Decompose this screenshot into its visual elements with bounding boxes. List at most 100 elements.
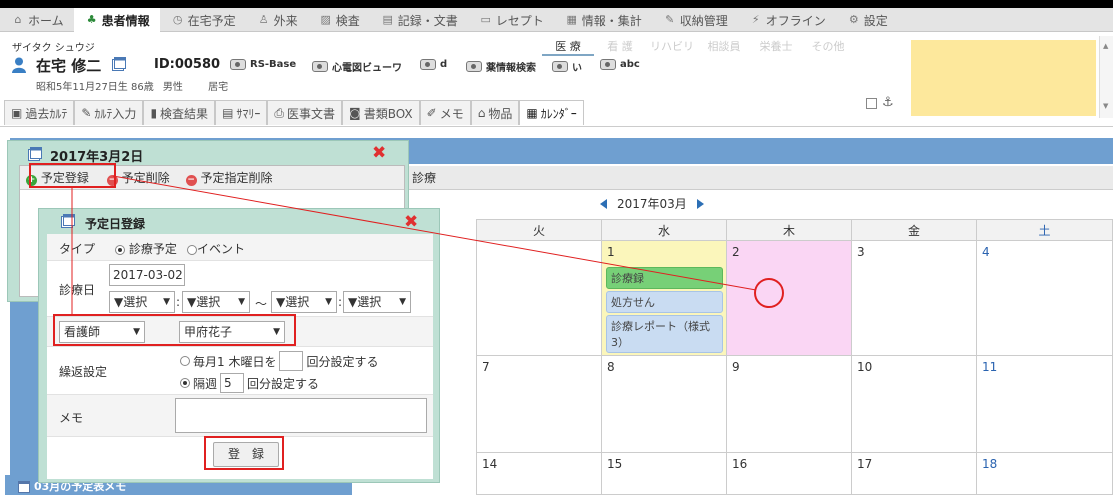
memo-textarea[interactable] [175, 398, 427, 433]
nav-tab-outpatient[interactable]: ♙ 外来 [246, 8, 308, 32]
patient-birth: 昭和5年11月27日生 86歳 [36, 82, 154, 93]
delete-specified-button[interactable]: − 予定指定削除 [185, 169, 273, 186]
event-medical-record[interactable]: 診療録 [606, 267, 723, 289]
day-cell[interactable]: 10 [851, 355, 977, 453]
nav-tab-receipt[interactable]: ▭ レセプト [468, 8, 554, 32]
memo-row: メモ [47, 395, 433, 437]
day-cell[interactable]: 15 [601, 452, 727, 495]
pin-checkbox[interactable] [866, 98, 877, 109]
patient-icon: ♣ [86, 13, 97, 26]
day-cell[interactable]: 3 [851, 240, 977, 356]
ktab-karte-input[interactable]: ✎ ｶﾙﾃ入力 [74, 100, 144, 125]
biweekly-count-input[interactable]: 5 [220, 373, 245, 393]
hour-select-from[interactable]: ▼選択 [109, 291, 175, 313]
monthly-count-input[interactable] [279, 351, 304, 371]
summary-icon: ▤ [222, 106, 234, 120]
day-cell-saturday[interactable]: 18 [976, 452, 1113, 495]
scroll-up-icon[interactable]: ▲ [1103, 42, 1108, 50]
sticky-note[interactable] [911, 40, 1096, 116]
day-cell-today[interactable]: 2 [726, 240, 852, 356]
scroll-down-icon[interactable]: ▼ [1103, 102, 1108, 110]
edit-icon: ✎ [81, 106, 92, 120]
time-colon: : [176, 295, 181, 309]
day-cell[interactable]: 8 [601, 355, 727, 453]
main-nav: ⌂ ホーム ♣ 患者情報 ◷ 在宅予定 ♙ 外来 ▨ 検査 ▤ 記録・文書 ▭ レセプト ▦ 情… [0, 8, 1113, 32]
patient-info: 昭和5年11月27日生 86歳 男性 居宅 [36, 78, 228, 93]
day-cell[interactable]: 7 [476, 355, 602, 453]
type-radio-medical[interactable]: 診療予定 [115, 240, 177, 257]
nav-tab-patient[interactable]: ♣ 患者情報 [73, 8, 160, 32]
repeat-label: 繰返設定 [59, 365, 108, 379]
day-cell[interactable]: 16 [726, 452, 852, 495]
delete-schedule-button[interactable]: − 予定削除 [106, 169, 170, 186]
day-cell[interactable]: 17 [851, 452, 977, 495]
day-cell[interactable]: 9 [726, 355, 852, 453]
ktab-summary[interactable]: ▤ ｻﾏﾘｰ [215, 100, 268, 125]
date-input[interactable]: 2017-03-02 [109, 264, 185, 286]
memo-label: メモ [59, 411, 84, 425]
nav-tab-home-visit[interactable]: ◷ 在宅予定 [160, 8, 246, 32]
person-icon [12, 57, 26, 73]
ktab-exam-results[interactable]: ▮ 検査結果 [143, 100, 216, 125]
nav-tab-settings[interactable]: ⚙ 設定 [836, 8, 898, 32]
patient-name: 在宅 修二 [36, 57, 102, 75]
header-scrollbar[interactable]: ▲ ▼ [1099, 36, 1113, 118]
link-i[interactable]: い [552, 59, 582, 74]
link-drug-search[interactable]: 薬情報検索 [466, 59, 536, 74]
repeat-biweekly-option[interactable]: 隔週 5 回分設定する [180, 373, 319, 393]
ktab-document-box[interactable]: ◙ 書類BOX [342, 100, 420, 125]
nav-tab-stats[interactable]: ▦ 情報・集計 [554, 8, 652, 32]
subtab-counselor[interactable]: 相談員 [698, 38, 750, 56]
link-ecg-viewer[interactable]: 心電図ビューワ [312, 59, 402, 74]
subtab-dietitian[interactable]: 栄養士 [750, 38, 802, 56]
day-cell-selected[interactable]: 1 診療録 処方せん 診療レポート（様式3） [601, 240, 727, 356]
day-cell[interactable] [476, 240, 602, 356]
date-row: 診療日 2017-03-02 ▼選択 : ▼選択 ～ ▼選択 : ▼選択 [47, 261, 433, 317]
anchor-icon[interactable]: ⚓ [882, 95, 894, 110]
prev-month-icon[interactable] [600, 198, 607, 209]
link-abc[interactable]: abc [600, 59, 640, 70]
repeat-monthly-option[interactable]: 毎月1 木曜日を 回分設定する [180, 351, 378, 371]
weekday-sat: 土 [976, 219, 1113, 241]
subtab-medical[interactable]: 医 療 [542, 38, 594, 56]
link-rs-base[interactable]: RS-Base [230, 59, 296, 70]
nav-tab-exam[interactable]: ▨ 検査 [308, 8, 370, 32]
day-cell[interactable]: 14 [476, 452, 602, 495]
gear-icon: ⚙ [848, 13, 859, 26]
ktab-memo[interactable]: ✐ メモ [419, 100, 471, 125]
highlight-staff-row [53, 314, 296, 346]
nav-tab-home[interactable]: ⌂ ホーム [0, 8, 74, 32]
subtab-nursing[interactable]: 看 護 [594, 38, 646, 56]
ktab-past-karte[interactable]: ▣ 過去ｶﾙﾃ [4, 100, 75, 125]
hour-select-to[interactable]: ▼選択 [271, 291, 337, 313]
link-d[interactable]: d [420, 59, 447, 70]
event-prescription[interactable]: 処方せん [606, 291, 723, 313]
next-month-icon[interactable] [696, 198, 704, 209]
subtab-rehab[interactable]: リハビリ [646, 38, 698, 56]
camera-icon [312, 61, 328, 72]
image-icon: ▨ [320, 13, 331, 26]
nav-tab-records[interactable]: ▤ 記録・文書 [370, 8, 468, 32]
nav-tab-billing[interactable]: ✎ 収納管理 [652, 8, 738, 32]
pdf-icon: ⎙ [274, 105, 285, 120]
close-icon[interactable]: ✖ [404, 212, 418, 232]
radio-icon [180, 378, 190, 388]
day-cell-saturday[interactable]: 4 [976, 240, 1113, 356]
close-icon[interactable]: ✖ [372, 143, 386, 163]
patient-id: ID:00580 [154, 57, 221, 72]
home-icon: ⌂ [14, 13, 22, 26]
ktab-calendar[interactable]: ▦ ｶﾚﾝﾀﾞｰ [519, 100, 584, 125]
box-icon: ◙ [349, 106, 361, 120]
type-radio-event[interactable]: イベント [187, 240, 245, 257]
nav-tab-offline[interactable]: ⚡ オフライン [738, 8, 836, 32]
ktab-goods[interactable]: ⌂ 物品 [470, 100, 520, 125]
camera-icon [552, 61, 568, 72]
day-cell-saturday[interactable]: 11 [976, 355, 1113, 453]
minute-select-from[interactable]: ▼選択 [182, 291, 250, 313]
window-icon[interactable] [112, 57, 126, 71]
calendar-category-tab[interactable]: 診療 [352, 166, 1113, 190]
ktab-medical-docs[interactable]: ⎙ 医事文書 [267, 100, 343, 125]
minute-select-to[interactable]: ▼選択 [343, 291, 411, 313]
event-report[interactable]: 診療レポート（様式3） [606, 315, 723, 353]
subtab-other[interactable]: その他 [802, 38, 854, 56]
